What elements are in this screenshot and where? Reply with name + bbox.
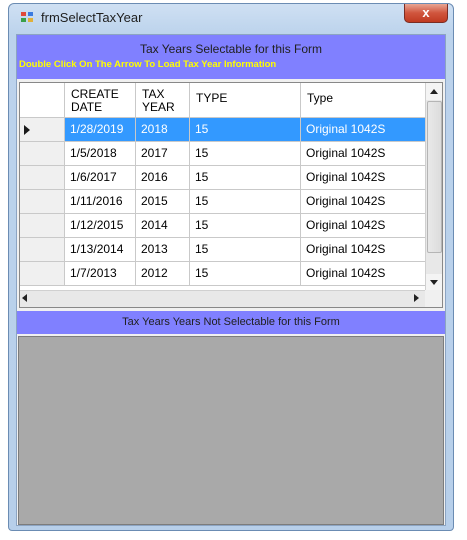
row-selector[interactable] (20, 214, 65, 238)
cell-create-date[interactable]: 1/12/2015 (65, 214, 136, 238)
row-selector[interactable] (20, 142, 65, 166)
arrow-down-icon (430, 280, 438, 285)
arrow-up-icon (430, 89, 438, 94)
cell-type-desc[interactable]: Original 1042S (301, 118, 426, 142)
cell-type[interactable]: 15 (190, 142, 301, 166)
selectable-header-title: Tax Years Selectable for this Form (139, 42, 323, 56)
grid-header-row: CREATE DATE TAX YEAR TYPE Type (20, 83, 426, 118)
column-header-label: Type (307, 91, 334, 105)
current-row-arrow-icon[interactable] (24, 125, 30, 135)
cell-create-date[interactable]: 1/6/2017 (65, 166, 136, 190)
cell-type-desc[interactable]: Original 1042S (301, 238, 426, 262)
column-header-tax-year[interactable]: TAX YEAR (136, 83, 190, 118)
table-row[interactable]: 1/5/2018 2017 15 Original 1042S (20, 142, 426, 166)
cell-type-desc[interactable]: Original 1042S (301, 142, 426, 166)
cell-create-date[interactable]: 1/5/2018 (65, 142, 136, 166)
double-click-hint: Double Click On The Arrow To Load Tax Ye… (19, 59, 277, 70)
title-bar[interactable]: frmSelectTaxYear x (9, 4, 453, 32)
cell-create-date[interactable]: 1/11/2016 (65, 190, 136, 214)
cell-type-desc[interactable]: Original 1042S (301, 262, 426, 286)
table-row[interactable]: 1/13/2014 2013 15 Original 1042S (20, 238, 426, 262)
close-button[interactable]: x (404, 4, 448, 23)
window-title: frmSelectTaxYear (41, 10, 143, 25)
cell-type[interactable]: 15 (190, 118, 301, 142)
tax-year-grid[interactable]: CREATE DATE TAX YEAR TYPE Type 1/28/2019… (19, 82, 443, 308)
cell-tax-year[interactable]: 2012 (136, 262, 190, 286)
cell-type[interactable]: 15 (190, 262, 301, 286)
table-row[interactable]: 1/28/2019 2018 15 Original 1042S (20, 118, 426, 142)
grid-rows: 1/28/2019 2018 15 Original 1042S 1/5/201… (20, 118, 426, 286)
cell-type-desc[interactable]: Original 1042S (301, 166, 426, 190)
scroll-up-button[interactable] (426, 83, 442, 100)
row-selector[interactable] (20, 166, 65, 190)
cell-create-date[interactable]: 1/7/2013 (65, 262, 136, 286)
scroll-left-arrow-icon[interactable] (22, 294, 27, 302)
cell-type[interactable]: 15 (190, 238, 301, 262)
column-header-create-date[interactable]: CREATE DATE (65, 83, 136, 118)
row-selector[interactable] (20, 238, 65, 262)
row-header-corner[interactable] (20, 83, 65, 118)
vertical-scrollbar[interactable] (425, 83, 442, 291)
non-selectable-header: Tax Years Years Not Selectable for this … (17, 311, 445, 334)
column-header-type[interactable]: TYPE (190, 83, 301, 118)
cell-tax-year[interactable]: 2018 (136, 118, 190, 142)
cell-create-date[interactable]: 1/13/2014 (65, 238, 136, 262)
cell-type-desc[interactable]: Original 1042S (301, 190, 426, 214)
cell-type[interactable]: 15 (190, 190, 301, 214)
table-row[interactable]: 1/12/2015 2014 15 Original 1042S (20, 214, 426, 238)
cell-tax-year[interactable]: 2015 (136, 190, 190, 214)
row-selector[interactable] (20, 190, 65, 214)
vertical-scroll-thumb[interactable] (427, 101, 442, 253)
cell-tax-year[interactable]: 2017 (136, 142, 190, 166)
form-client-area: Tax Years Selectable for this Form Doubl… (16, 34, 446, 526)
table-row[interactable]: 1/6/2017 2016 15 Original 1042S (20, 166, 426, 190)
column-header-label: CREATE DATE (71, 87, 119, 114)
column-header-type-desc[interactable]: Type (301, 83, 426, 118)
cell-type[interactable]: 15 (190, 166, 301, 190)
column-header-label: TAX YEAR (142, 87, 175, 114)
cell-tax-year[interactable]: 2016 (136, 166, 190, 190)
table-row[interactable]: 1/11/2016 2015 15 Original 1042S (20, 190, 426, 214)
table-row[interactable]: 1/7/2013 2012 15 Original 1042S (20, 262, 426, 286)
horizontal-scrollbar[interactable] (20, 290, 425, 307)
cell-create-date[interactable]: 1/28/2019 (65, 118, 136, 142)
scroll-right-arrow-icon[interactable] (414, 294, 419, 302)
selectable-header-panel: Tax Years Selectable for this Form Doubl… (17, 35, 445, 79)
cell-type[interactable]: 15 (190, 214, 301, 238)
cell-tax-year[interactable]: 2013 (136, 238, 190, 262)
row-selector[interactable] (20, 262, 65, 286)
row-selector[interactable] (20, 118, 65, 142)
cell-type-desc[interactable]: Original 1042S (301, 214, 426, 238)
column-header-label: TYPE (196, 91, 228, 105)
form-window: frmSelectTaxYear x Tax Years Selectable … (8, 3, 454, 531)
form-app-icon (21, 12, 35, 24)
cell-tax-year[interactable]: 2014 (136, 214, 190, 238)
scroll-down-button[interactable] (426, 274, 442, 291)
non-selectable-panel (18, 336, 444, 525)
scrollbar-corner (425, 290, 442, 307)
